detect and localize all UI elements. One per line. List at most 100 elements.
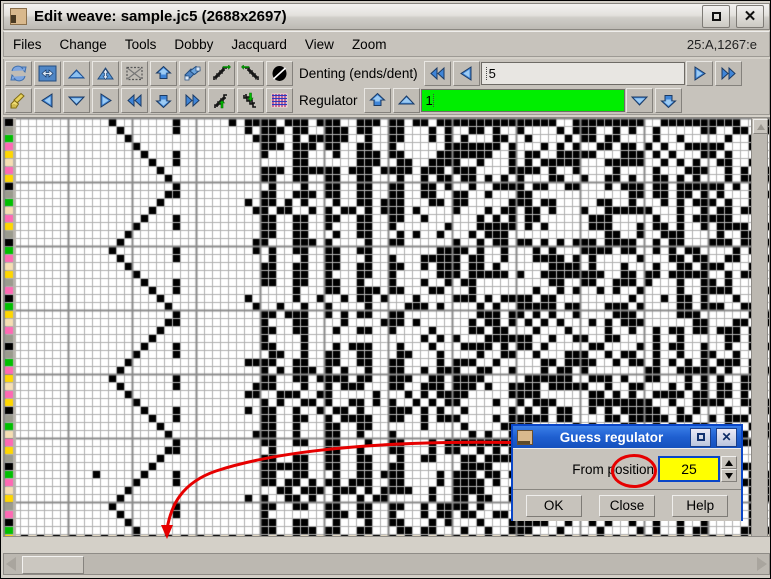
cursor-position-status: 25:A,1267:e	[686, 36, 757, 52]
maximize-button[interactable]	[702, 5, 730, 28]
scroll-right-icon[interactable]	[757, 557, 767, 571]
menu-item-change[interactable]: Change	[52, 35, 115, 54]
twill-down-button[interactable]	[237, 88, 264, 113]
from-position-input[interactable]: 25	[658, 456, 720, 482]
clear-selection-button[interactable]	[121, 60, 148, 86]
text-caret	[485, 66, 488, 80]
denting-prev-button[interactable]	[452, 60, 480, 86]
twill-right-button[interactable]	[208, 60, 235, 86]
denting-next-button[interactable]	[685, 60, 713, 86]
app-icon	[10, 8, 27, 25]
dialog-body: From position 25	[513, 448, 741, 489]
twill-up-button[interactable]	[208, 88, 235, 113]
regulator-value: 1	[425, 93, 433, 108]
move-up-button[interactable]	[150, 60, 177, 86]
help-button[interactable]: Help	[672, 494, 729, 517]
expand-vertical-icon	[97, 66, 114, 80]
vertical-scrollbar[interactable]	[751, 117, 768, 537]
spinner-buttons	[721, 456, 737, 482]
denting-last-button[interactable]	[714, 60, 742, 86]
texture-button[interactable]	[266, 88, 293, 113]
refresh-button[interactable]	[5, 60, 32, 86]
move-left-button[interactable]	[34, 88, 61, 113]
down-small-icon	[630, 96, 648, 106]
refresh-icon	[10, 65, 27, 81]
first-icon	[429, 66, 445, 80]
twill-left-button[interactable]	[237, 60, 264, 86]
copy-layers-button[interactable]	[179, 60, 206, 86]
dialog-title: Guess regulator	[559, 429, 664, 445]
menu-bar: Files Change Tools Dobby Jacquard View Z…	[3, 31, 770, 57]
move-up-icon	[155, 65, 172, 79]
flip-horizontal-button[interactable]	[34, 60, 61, 86]
menu-item-files[interactable]: Files	[5, 35, 50, 54]
menu-item-tools[interactable]: Tools	[117, 35, 165, 54]
rewind-icon	[127, 93, 142, 108]
rewind-button[interactable]	[121, 88, 148, 113]
denting-first-button[interactable]	[423, 60, 451, 86]
close-button[interactable]: ✕	[736, 5, 764, 28]
regulator-down-button[interactable]	[625, 88, 653, 113]
denting-value: 5	[488, 65, 496, 81]
horizontal-scrollbar[interactable]	[3, 553, 770, 575]
window-controls: ✕	[702, 5, 764, 28]
menu-item-jacquard[interactable]: Jacquard	[223, 35, 295, 54]
maximize-icon	[711, 12, 721, 21]
expand-vertical-button[interactable]	[92, 60, 119, 86]
collapse-up-icon	[67, 68, 86, 78]
invert-button[interactable]	[266, 60, 293, 86]
dialog-footer: OK Close Help	[513, 489, 741, 521]
dialog-close-icon: ✕	[721, 430, 732, 444]
menu-item-zoom[interactable]: Zoom	[344, 35, 395, 54]
scroll-left-icon[interactable]	[6, 557, 16, 571]
denting-label: Denting (ends/dent)	[299, 65, 418, 81]
from-position-spinner[interactable]: 25	[658, 456, 737, 482]
menu-item-dobby[interactable]: Dobby	[166, 35, 221, 54]
clear-selection-icon	[126, 66, 143, 80]
broom-icon	[10, 92, 25, 109]
dialog-close-button[interactable]: ✕	[716, 427, 737, 447]
bottom-icon	[659, 95, 677, 109]
invert-icon	[272, 65, 287, 81]
edit-weave-window: Edit weave: sample.jc5 (2688x2697) ✕ Fil…	[0, 0, 771, 579]
regulator-input[interactable]: 1	[420, 89, 625, 112]
move-right-button[interactable]	[92, 88, 119, 113]
move-down-button[interactable]	[150, 88, 177, 113]
from-position-label: From position	[572, 461, 654, 477]
flip-horizontal-icon	[38, 65, 57, 81]
down-icon	[67, 96, 86, 106]
twill-left-icon	[241, 64, 259, 80]
regulator-top-button[interactable]	[363, 88, 391, 113]
text-caret-2	[432, 94, 435, 107]
triangle-down-icon	[725, 472, 733, 479]
denting-input[interactable]: 5	[480, 61, 685, 85]
copy-layers-icon	[184, 65, 201, 80]
dialog-title-bar: Guess regulator ✕	[513, 426, 741, 448]
title-bar: Edit weave: sample.jc5 (2688x2697) ✕	[3, 3, 770, 30]
top-icon	[368, 92, 386, 106]
close-button-dialog[interactable]: Close	[598, 494, 655, 517]
horizontal-scroll-thumb[interactable]	[22, 556, 84, 574]
scroll-up-button[interactable]	[753, 119, 768, 134]
fast-forward-button[interactable]	[179, 88, 206, 113]
left-icon	[41, 93, 53, 108]
regulator-bottom-button[interactable]	[654, 88, 682, 113]
toolbar-secondary: Regulator 1	[3, 87, 770, 115]
previous-icon	[459, 65, 472, 81]
dialog-icon	[517, 429, 533, 445]
spinner-increment-button[interactable]	[721, 456, 737, 469]
fast-forward-icon	[185, 93, 200, 108]
chevron-up-icon	[757, 124, 765, 130]
menu-item-view[interactable]: View	[297, 35, 342, 54]
dialog-maximize-button[interactable]	[690, 427, 711, 447]
move-down-icon	[155, 95, 172, 109]
broom-button[interactable]	[5, 88, 32, 113]
spinner-decrement-button[interactable]	[721, 469, 737, 482]
move-down-small-button[interactable]	[63, 88, 90, 113]
ok-button[interactable]: OK	[525, 494, 582, 517]
twill-down-icon	[243, 92, 256, 108]
collapse-up-button[interactable]	[63, 60, 90, 86]
twill-right-icon	[213, 64, 231, 80]
regulator-up-button[interactable]	[392, 88, 420, 113]
right-icon	[100, 93, 112, 108]
